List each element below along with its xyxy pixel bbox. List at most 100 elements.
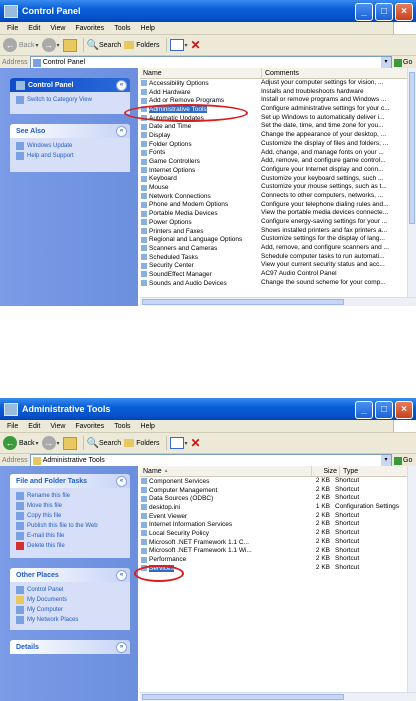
file-row[interactable]: desktop.ini 1 KB Configuration Settings [140, 503, 408, 512]
horizontal-scrollbar[interactable] [140, 692, 416, 701]
delete-button[interactable]: ✕ [191, 38, 201, 52]
file-row[interactable]: Internet Information Services 2 KB Shortcu… [140, 520, 408, 529]
list-item[interactable]: Security Center View your current securit… [140, 261, 408, 270]
file-row[interactable]: Microsoft .NET Framework 1.1 Wi... 2 KB Sh… [140, 547, 408, 556]
details-header[interactable]: Details » [10, 640, 130, 654]
maximize-button[interactable]: □ [375, 401, 393, 419]
list-item[interactable]: Date and Time Set the date, time, and tim… [140, 122, 408, 131]
up-folder-button[interactable] [62, 38, 77, 52]
column-name-header[interactable]: Name [140, 68, 262, 78]
menu-view[interactable]: View [45, 25, 70, 32]
delete-file-link[interactable]: Delete this file [16, 541, 124, 551]
list-item[interactable]: Internet Options Configure your Internet … [140, 166, 408, 175]
file-row[interactable]: Data Sources (ODBC) 2 KB Shortcut [140, 494, 408, 503]
menu-help[interactable]: Help [136, 423, 160, 430]
see-also-header[interactable]: See Also « [10, 124, 130, 138]
switch-to-category-view-link[interactable]: Switch to Category View [16, 95, 124, 105]
title-bar[interactable]: Control Panel _ □ × [0, 0, 416, 22]
maximize-button[interactable]: □ [375, 3, 393, 21]
collapse-chevron-icon[interactable]: « [116, 80, 127, 91]
minimize-button[interactable]: _ [355, 3, 373, 21]
menu-favorites[interactable]: Favorites [70, 25, 109, 32]
menu-edit[interactable]: Edit [23, 423, 45, 430]
folders-button[interactable]: Folders [124, 439, 160, 447]
help-and-support-link[interactable]: Help and Support [16, 151, 124, 161]
move-file-link[interactable]: Move this file [16, 501, 124, 511]
my-documents-link[interactable]: My Documents [16, 595, 124, 605]
menu-tools[interactable]: Tools [109, 423, 135, 430]
close-button[interactable]: × [395, 401, 413, 419]
file-and-folder-tasks-header[interactable]: File and Folder Tasks « [10, 474, 130, 488]
list-item[interactable]: Regional and Language Options Customize s… [140, 235, 408, 244]
list-item[interactable]: Game Controllers Add, remove, and configu… [140, 157, 408, 166]
minimize-button[interactable]: _ [355, 401, 373, 419]
column-size-header[interactable]: Size [312, 466, 340, 476]
folders-button[interactable]: Folders [124, 41, 160, 49]
list-item[interactable]: Sounds and Audio Devices Change the sound… [140, 279, 408, 288]
list-item[interactable]: Keyboard Customize your keyboard settings… [140, 175, 408, 184]
search-button[interactable]: 🔍 Search [87, 40, 122, 51]
expand-chevron-icon[interactable]: » [116, 642, 127, 653]
menu-file[interactable]: File [2, 25, 23, 32]
views-button[interactable]: ▾ [169, 39, 188, 51]
control-panel-box-header[interactable]: Control Panel « [10, 78, 130, 92]
vertical-scrollbar[interactable] [407, 466, 416, 693]
search-button[interactable]: 🔍 Search [87, 438, 122, 449]
vertical-scrollbar[interactable] [407, 68, 416, 306]
go-button[interactable]: Go [394, 58, 416, 67]
publish-file-link[interactable]: Publish this file to the Web [16, 521, 124, 531]
list-item[interactable]: Scanners and Cameras Add, remove, and con… [140, 244, 408, 253]
file-row[interactable]: Local Security Policy 2 KB Shortcut [140, 529, 408, 538]
menu-edit[interactable]: Edit [23, 25, 45, 32]
list-item[interactable]: Folder Options Customize the display of f… [140, 140, 408, 149]
list-item[interactable]: Network Connections Connects to other com… [140, 192, 408, 201]
email-file-link[interactable]: E-mail this file [16, 531, 124, 541]
list-item[interactable]: Phone and Modem Options Configure your te… [140, 201, 408, 210]
column-name-header[interactable]: Name ▲ [140, 466, 312, 476]
collapse-chevron-icon[interactable]: « [116, 476, 127, 487]
rename-file-link[interactable]: Rename this file [16, 491, 124, 501]
menu-help[interactable]: Help [136, 25, 160, 32]
windows-update-link[interactable]: Windows Update [16, 141, 124, 151]
forward-button[interactable]: → ▾ [41, 38, 60, 52]
scrollbar-thumb[interactable] [142, 694, 344, 700]
back-button[interactable]: ← Back ▾ [3, 38, 39, 52]
back-button[interactable]: ← Back ▾ [3, 436, 39, 450]
list-item[interactable]: Scheduled Tasks Schedule computer tasks t… [140, 253, 408, 262]
file-row[interactable]: Microsoft .NET Framework 1.1 C... 2 KB Sho… [140, 538, 408, 547]
my-computer-link[interactable]: My Computer [16, 605, 124, 615]
menu-tools[interactable]: Tools [109, 25, 135, 32]
scrollbar-thumb[interactable] [142, 299, 344, 305]
menu-file[interactable]: File [2, 423, 23, 430]
up-folder-button[interactable] [62, 436, 77, 450]
list-item[interactable]: Mouse Customize your mouse settings, such… [140, 183, 408, 192]
copy-file-link[interactable]: Copy this file [16, 511, 124, 521]
column-comments-header[interactable]: Comments [262, 68, 408, 78]
file-row[interactable]: Performance 2 KB Shortcut [140, 555, 408, 564]
file-row[interactable]: Event Viewer 2 KB Shortcut [140, 512, 408, 521]
horizontal-scrollbar[interactable] [140, 297, 416, 306]
go-button[interactable]: Go [394, 456, 416, 465]
list-item[interactable]: Power Options Configure energy-saving set… [140, 218, 408, 227]
other-places-header[interactable]: Other Places « [10, 568, 130, 582]
control-panel-link[interactable]: Control Panel [16, 585, 124, 595]
forward-button[interactable]: → ▾ [41, 436, 60, 450]
collapse-chevron-icon[interactable]: « [116, 570, 127, 581]
scrollbar-thumb[interactable] [409, 72, 415, 224]
collapse-chevron-icon[interactable]: « [116, 126, 127, 137]
delete-button[interactable]: ✕ [191, 436, 201, 450]
address-dropdown-icon[interactable]: ▾ [381, 57, 391, 68]
address-dropdown-icon[interactable]: ▾ [381, 455, 391, 466]
my-network-places-link[interactable]: My Network Places [16, 615, 124, 625]
menu-view[interactable]: View [45, 423, 70, 430]
close-button[interactable]: × [395, 3, 413, 21]
list-item[interactable]: Printers and Faxes Shows installed printe… [140, 227, 408, 236]
list-item[interactable]: Portable Media Devices View the portable … [140, 209, 408, 218]
list-item[interactable]: Fonts Add, change, and manage fonts on yo… [140, 149, 408, 158]
file-row[interactable]: Component Services 2 KB Shortcut [140, 477, 408, 486]
list-item[interactable]: Display Change the appearance of your des… [140, 131, 408, 140]
column-type-header[interactable]: Type [340, 466, 408, 476]
views-button[interactable]: ▾ [169, 437, 188, 449]
list-item[interactable]: Accessibility Options Adjust your compute… [140, 79, 408, 88]
menu-favorites[interactable]: Favorites [70, 423, 109, 430]
